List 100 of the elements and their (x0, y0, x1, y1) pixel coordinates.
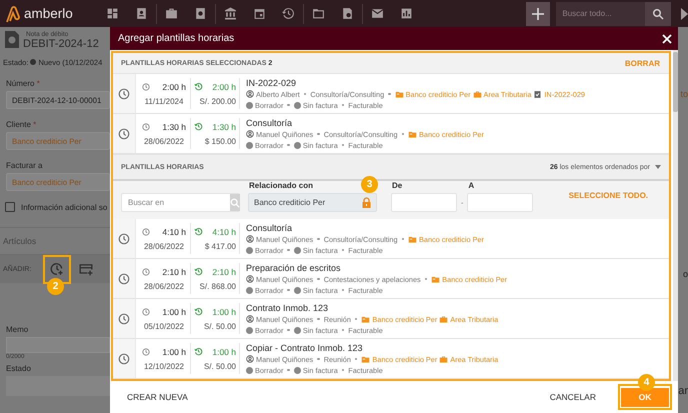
entry-date: 11/11/2024 (144, 96, 184, 106)
select-all-button[interactable]: SELECCIONE TODO. (568, 191, 648, 200)
ok-button[interactable]: OK (621, 388, 669, 407)
dashboard-icon[interactable] (106, 7, 119, 20)
entry-title: Copiar - Contrato Inmob. 123 (246, 342, 364, 352)
lock-icon (362, 197, 371, 208)
contact-icon[interactable] (134, 7, 148, 20)
scrollbar[interactable] (673, 50, 678, 381)
history-icon (194, 307, 203, 316)
calendar-icon[interactable] (252, 7, 266, 20)
duration: 1:00 h (162, 306, 186, 316)
duration: 2:10 h (162, 266, 186, 276)
status-dot (246, 326, 253, 334)
separator-dot (317, 132, 320, 136)
status-field[interactable] (6, 376, 110, 396)
briefcase-icon[interactable] (164, 7, 178, 20)
separator-dot (317, 278, 320, 280)
field-label: De (391, 181, 402, 190)
folder-icon[interactable] (312, 7, 325, 20)
separator-dot (287, 368, 290, 372)
date-field[interactable] (391, 193, 457, 212)
separator-dot (354, 318, 358, 320)
field-label: Estado (6, 364, 32, 373)
create-button[interactable]: CREAR NUEVA (127, 392, 188, 402)
duration: 1:00 h (162, 346, 186, 356)
memo-field[interactable] (6, 337, 110, 353)
field-label: Relacionado con (248, 181, 314, 190)
status-dot (294, 366, 301, 374)
step-badge: 3 (361, 176, 378, 193)
billed-duration: 1:30 h (212, 122, 236, 132)
status-dot (246, 246, 253, 254)
bank-icon[interactable] (224, 7, 237, 20)
date-field[interactable] (467, 193, 534, 212)
close-button[interactable] (662, 34, 672, 44)
separator-dot (354, 358, 358, 360)
separator-dot (342, 288, 344, 292)
duration: 1:30 h (162, 122, 186, 132)
status-dot (246, 142, 253, 148)
field-label: A (467, 181, 474, 190)
partial-text: to (680, 89, 688, 99)
person-icon (246, 130, 254, 138)
clock-icon (118, 128, 130, 140)
billed-duration: 4:10 h (212, 226, 236, 236)
status-dot (294, 286, 301, 294)
related-field[interactable]: Banco crediticio Per (248, 193, 377, 212)
document-icon (5, 31, 19, 48)
play-icon[interactable] (681, 8, 688, 20)
separator-dot (287, 104, 290, 106)
duration: 4:10 h (162, 226, 186, 236)
status-dot (246, 286, 253, 294)
history-icon (194, 122, 203, 131)
folder-icon (394, 90, 404, 98)
chart-icon[interactable] (400, 7, 413, 20)
field-label: Memo (6, 325, 30, 334)
status-dot (246, 366, 253, 374)
folder-icon (361, 354, 370, 364)
field-value: Banco crediticio Per (254, 198, 326, 207)
separator-dot (287, 328, 290, 332)
status-dot (294, 102, 301, 108)
add-button[interactable] (526, 2, 550, 26)
entry-date: 28/06/2022 (142, 282, 186, 290)
person-icon (246, 235, 254, 243)
app-logo-name: amberlo (24, 6, 73, 21)
amount: $ 417.00 (204, 242, 236, 250)
card-plus-icon[interactable] (79, 262, 93, 276)
field-label: Número (6, 79, 34, 88)
clear-button[interactable]: BORRAR (624, 58, 660, 68)
cancel-button[interactable]: CANCELAR (550, 392, 596, 402)
duration: 2:00 h (162, 82, 186, 92)
search-icon (652, 8, 664, 20)
separator-dot (402, 238, 404, 240)
folder-icon (408, 130, 418, 138)
plus-icon (532, 8, 544, 20)
clock-icon (142, 82, 150, 90)
search-field[interactable]: Buscar en (122, 194, 230, 211)
history-icon (194, 82, 203, 91)
separator-dot (342, 328, 344, 332)
caret-icon[interactable] (655, 165, 662, 169)
clock-icon (142, 308, 150, 316)
amount: S/. 868.00 (198, 282, 236, 290)
billed-duration: 1:00 h (212, 306, 236, 316)
mail-icon[interactable] (370, 7, 384, 20)
step-badge: 2 (47, 278, 64, 295)
amount: $ 150.00 (204, 136, 236, 146)
field-label: Facturar a (6, 161, 42, 170)
search-box[interactable]: Buscar todo... (556, 2, 645, 26)
search-button[interactable] (644, 2, 671, 26)
clock-plus-icon[interactable] (50, 262, 64, 276)
clock-icon (118, 352, 130, 364)
entry-date: 12/10/2022 (142, 362, 186, 370)
search-box[interactable]: Buscar en (121, 193, 240, 212)
checkbox[interactable] (5, 202, 15, 212)
separator-dot (287, 288, 290, 292)
document-number: DEBIT-2024-12 (23, 38, 99, 50)
status-dot (30, 59, 36, 65)
clock-icon (118, 312, 130, 324)
search-field[interactable]: Buscar todo... (562, 9, 642, 18)
history-icon[interactable] (282, 7, 295, 20)
folder-icon (408, 234, 418, 244)
clock-icon (118, 232, 130, 244)
